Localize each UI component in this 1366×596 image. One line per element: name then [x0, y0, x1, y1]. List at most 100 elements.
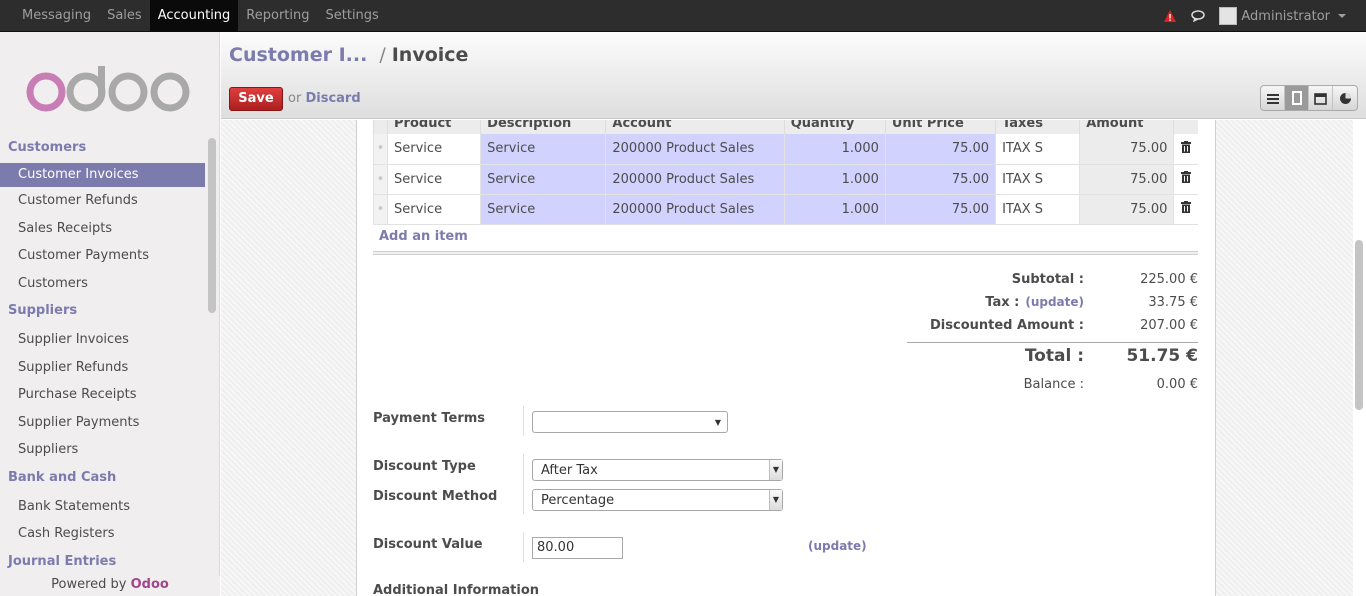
discard-button[interactable]: Discard	[305, 91, 360, 106]
cell-account[interactable]: 200000 Product Sales	[605, 194, 785, 225]
column-taxes[interactable]: Taxes	[995, 120, 1080, 134]
breadcrumb-customer-invoices[interactable]: Customer I...	[229, 44, 367, 66]
delete-row-button[interactable]	[1173, 194, 1198, 225]
payment-terms-select[interactable]: ▼	[532, 411, 728, 433]
discounted-value: 207.00 €	[1140, 318, 1198, 333]
sidebar-item-supplier-payments[interactable]: Supplier Payments	[0, 409, 205, 437]
subtotal-row: Subtotal : 225.00 €	[907, 272, 1198, 292]
main-scrollbar[interactable]	[1355, 120, 1363, 410]
cell-taxes[interactable]: ITAX S	[995, 134, 1080, 165]
page-title: Invoice	[391, 44, 469, 66]
cell-description[interactable]: Service	[480, 164, 606, 195]
table-footer-divider	[373, 251, 1198, 255]
form-view-button[interactable]	[1285, 86, 1309, 110]
column-account[interactable]: Account	[605, 120, 785, 134]
cell-description[interactable]: Service	[480, 134, 606, 165]
cell-taxes[interactable]: ITAX S	[995, 194, 1080, 225]
payment-terms-label: Payment Terms	[373, 411, 486, 426]
table-row[interactable]: • Service Service 200000 Product Sales 1…	[372, 134, 1198, 165]
menu-reporting[interactable]: Reporting	[238, 0, 317, 32]
form-header: Customer I... / Invoice Save or Discard	[221, 32, 1366, 119]
subtotal-value: 225.00 €	[1140, 272, 1198, 287]
cell-description[interactable]: Service	[480, 194, 606, 225]
save-button[interactable]: Save	[229, 87, 283, 111]
list-view-button[interactable]	[1261, 86, 1285, 110]
cell-quantity[interactable]: 1.000	[783, 194, 886, 225]
cell-unit-price[interactable]: 75.00	[884, 194, 996, 225]
discount-value-input[interactable]: 80.00	[532, 537, 623, 559]
subtotal-label: Subtotal :	[1011, 272, 1084, 287]
powered-by-link[interactable]: Odoo	[131, 577, 169, 592]
row-handle[interactable]: •	[372, 134, 388, 165]
add-item-link[interactable]: Add an item	[379, 229, 468, 244]
column-unit-price[interactable]: Unit Price	[884, 120, 996, 134]
sidebar-item-bank-statements[interactable]: Bank Statements	[0, 493, 205, 521]
table-row[interactable]: • Service Service 200000 Product Sales 1…	[372, 194, 1198, 225]
menu-sales[interactable]: Sales	[99, 0, 150, 32]
total-label: Total :	[1024, 346, 1084, 366]
table-row[interactable]: • Service Service 200000 Product Sales 1…	[372, 164, 1198, 195]
sidebar-scrollbar[interactable]	[208, 138, 216, 313]
delete-row-button[interactable]	[1173, 134, 1198, 165]
sidebar-item-customer-invoices[interactable]: Customer Invoices	[0, 163, 205, 187]
table-header-row: Product Description Account Quantity Uni…	[372, 120, 1198, 134]
discount-method-select[interactable]: Percentage ▼	[532, 489, 783, 511]
total-row: Total : 51.75 €	[907, 346, 1198, 366]
discount-type-select[interactable]: After Tax ▼	[532, 459, 783, 481]
warning-icon[interactable]	[1163, 9, 1177, 23]
cell-product[interactable]: Service	[387, 164, 481, 195]
row-handle[interactable]: •	[372, 164, 388, 195]
balance-value: 0.00 €	[1156, 377, 1198, 392]
column-quantity[interactable]: Quantity	[783, 120, 886, 134]
cell-account[interactable]: 200000 Product Sales	[605, 164, 785, 195]
sidebar-item-cash-registers[interactable]: Cash Registers	[0, 520, 205, 548]
dropdown-arrow-icon: ▼	[769, 490, 782, 510]
sidebar: Customers Customer Invoices Customer Ref…	[0, 32, 220, 596]
sidebar-item-sales-receipts[interactable]: Sales Receipts	[0, 215, 205, 243]
balance-row: Balance : 0.00 €	[907, 377, 1198, 397]
cell-unit-price[interactable]: 75.00	[884, 134, 996, 165]
cell-product[interactable]: Service	[387, 194, 481, 225]
trash-icon	[1181, 171, 1192, 183]
discount-method-value: Percentage	[541, 493, 615, 508]
cell-quantity[interactable]: 1.000	[783, 134, 886, 165]
cell-unit-price[interactable]: 75.00	[884, 164, 996, 195]
menu-settings[interactable]: Settings	[318, 0, 387, 32]
sidebar-item-suppliers[interactable]: Suppliers	[0, 436, 205, 464]
dropdown-arrow-icon: ▼	[769, 460, 782, 480]
sidebar-item-purchase-receipts[interactable]: Purchase Receipts	[0, 381, 205, 409]
sidebar-section-suppliers: Suppliers	[8, 303, 78, 318]
discount-update-link[interactable]: (update)	[808, 539, 867, 553]
cell-product[interactable]: Service	[387, 134, 481, 165]
sidebar-item-supplier-invoices[interactable]: Supplier Invoices	[0, 326, 205, 354]
totals-divider	[907, 342, 1198, 343]
sidebar-item-supplier-refunds[interactable]: Supplier Refunds	[0, 354, 205, 382]
cell-amount: 75.00	[1079, 164, 1174, 195]
chevron-down-icon	[1338, 14, 1346, 18]
sidebar-item-customer-payments[interactable]: Customer Payments	[0, 242, 205, 270]
menu-accounting[interactable]: Accounting	[149, 0, 239, 32]
cell-amount: 75.00	[1079, 134, 1174, 165]
sidebar-item-customers[interactable]: Customers	[0, 270, 205, 298]
column-amount[interactable]: Amount	[1079, 120, 1174, 134]
discount-type-value: After Tax	[541, 463, 598, 478]
menu-messaging[interactable]: Messaging	[14, 0, 99, 32]
sidebar-item-customer-refunds[interactable]: Customer Refunds	[0, 187, 205, 215]
chat-icon[interactable]	[1191, 10, 1206, 22]
tax-label: Tax :	[985, 295, 1020, 310]
main-scrollbar-thumb[interactable]	[1355, 240, 1363, 410]
tax-update-link[interactable]: (update)	[1025, 295, 1084, 309]
graph-view-button[interactable]	[1333, 86, 1357, 110]
column-product[interactable]: Product	[387, 120, 481, 134]
content-area: Product Description Account Quantity Uni…	[221, 120, 1353, 596]
delete-row-button[interactable]	[1173, 164, 1198, 195]
cell-quantity[interactable]: 1.000	[783, 164, 886, 195]
cell-taxes[interactable]: ITAX S	[995, 164, 1080, 195]
discard-area: or Discard	[288, 91, 361, 106]
calendar-view-button[interactable]	[1309, 86, 1333, 110]
row-handle[interactable]: •	[372, 194, 388, 225]
cell-account[interactable]: 200000 Product Sales	[605, 134, 785, 165]
column-description[interactable]: Description	[480, 120, 606, 134]
user-menu[interactable]: Administrator	[1219, 7, 1346, 25]
trash-icon	[1181, 201, 1192, 213]
